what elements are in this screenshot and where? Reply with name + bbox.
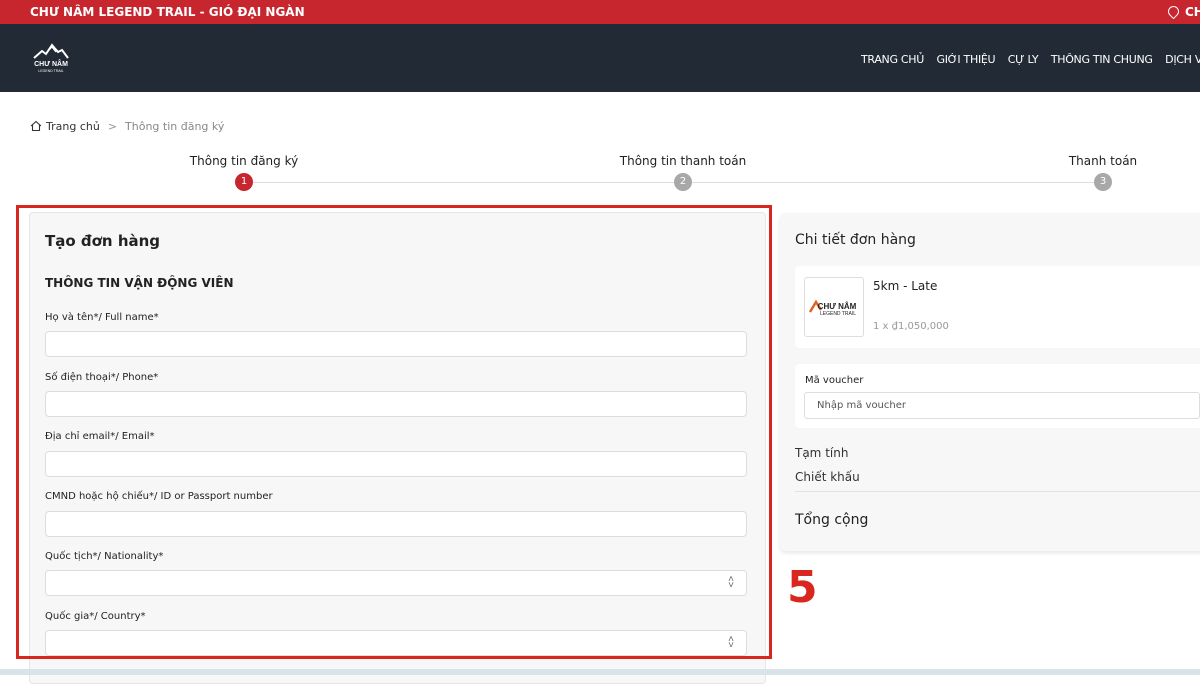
product-thumbnail: CHƯ NÂM LEGEND TRAIL	[804, 277, 864, 337]
order-summary-title: Chi tiết đơn hàng	[795, 232, 916, 248]
step-number-payment: 3	[1094, 173, 1112, 191]
nav-item-about[interactable]: GIỚI THIỆU	[937, 53, 996, 66]
voucher-label: Mã voucher	[805, 375, 864, 386]
step-number-registration: 1	[235, 173, 253, 191]
nav-menu: TRANG CHỦ GIỚI THIỆU CỰ LY THÔNG TIN CHU…	[861, 53, 1200, 66]
location-pin-icon	[1165, 3, 1182, 20]
checkout-steps: Thông tin đăng ký 1 Thông tin thanh toán…	[0, 154, 1200, 194]
breadcrumb-home[interactable]: Trang chủ	[46, 120, 100, 133]
select-chevron-icon: ˄ ˅	[728, 574, 734, 591]
country-select[interactable]: ˄ ˅	[45, 630, 747, 656]
form-title: Tạo đơn hàng	[45, 232, 161, 250]
step-number-payment-info: 2	[674, 173, 692, 191]
total-label: Tổng cộng	[795, 512, 869, 528]
nav-item-home[interactable]: TRANG CHỦ	[861, 53, 924, 66]
logo-text: CHƯ NÂM	[34, 59, 68, 68]
step-label-payment-info: Thông tin thanh toán	[619, 154, 747, 168]
main-navbar: CHƯ NÂM LEGEND TRAIL TRANG CHỦ GIỚI THIỆ…	[0, 24, 1200, 92]
top-announcement-bar: CHƯ NÂM LEGEND TRAIL - GIÓ ĐẠI NGÀN CH	[0, 0, 1200, 24]
nav-item-services[interactable]: DỊCH VỤ	[1165, 53, 1200, 66]
site-title: CHƯ NÂM LEGEND TRAIL - GIÓ ĐẠI NGÀN	[30, 5, 305, 19]
phone-input[interactable]	[45, 391, 747, 417]
phone-label: Số điện thoại*/ Phone*	[45, 372, 159, 383]
id-passport-input[interactable]	[45, 511, 747, 537]
step-label-payment: Thanh toán	[1068, 154, 1138, 168]
step-label-registration: Thông tin đăng ký	[189, 154, 299, 168]
nav-item-distance[interactable]: CỰ LY	[1008, 53, 1039, 66]
email-label: Địa chỉ email*/ Email*	[45, 431, 155, 442]
summary-divider	[795, 491, 1200, 492]
product-name: 5km - Late	[873, 279, 938, 293]
location-link[interactable]: CH	[1165, 3, 1200, 20]
breadcrumb-current: Thông tin đăng ký	[125, 120, 225, 133]
breadcrumb-separator-icon: >	[107, 120, 118, 133]
product-qty-price: 1 x ₫1,050,000	[873, 321, 949, 332]
breadcrumb: Trang chủ > Thông tin đăng ký	[30, 120, 224, 133]
logo-subtext: LEGEND TRAIL	[38, 69, 63, 73]
country-label: Quốc gia*/ Country*	[45, 611, 146, 622]
full-name-label: Họ và tên*/ Full name*	[45, 312, 159, 323]
voucher-input[interactable]: Nhập mã voucher	[804, 392, 1200, 419]
product-thumbnail-subtext: LEGEND TRAIL	[820, 311, 856, 317]
location-text: CH	[1185, 5, 1200, 19]
nationality-label: Quốc tịch*/ Nationality*	[45, 551, 164, 562]
full-name-input[interactable]	[45, 331, 747, 357]
athlete-info-section-title: THÔNG TIN VẬN ĐỘNG VIÊN	[45, 276, 234, 290]
logo-icon[interactable]: CHƯ NÂM LEGEND TRAIL	[28, 42, 74, 74]
annotation-step-number: 5	[787, 562, 818, 613]
discount-label: Chiết khấu	[795, 470, 860, 484]
select-chevron-icon: ˄ ˅	[728, 634, 734, 651]
subtotal-label: Tạm tính	[795, 446, 849, 460]
id-passport-label: CMND hoặc hộ chiếu*/ ID or Passport numb…	[45, 491, 273, 502]
email-input[interactable]	[45, 451, 747, 477]
product-thumbnail-text: CHƯ NÂM	[818, 302, 857, 311]
home-icon	[30, 120, 42, 132]
nationality-select[interactable]: ˄ ˅	[45, 570, 747, 596]
nav-item-general-info[interactable]: THÔNG TIN CHUNG	[1051, 53, 1153, 66]
bottom-strip	[0, 669, 1200, 675]
